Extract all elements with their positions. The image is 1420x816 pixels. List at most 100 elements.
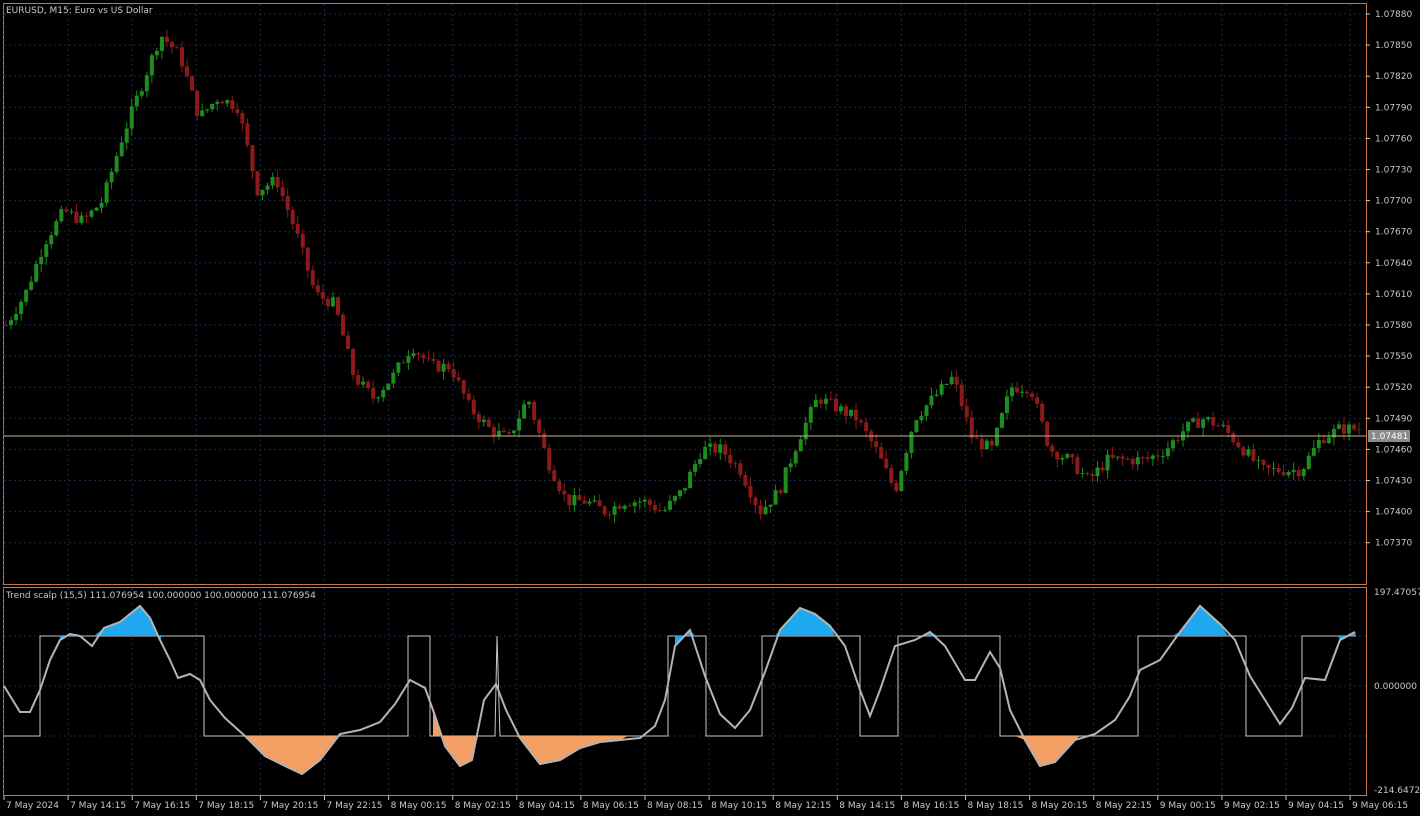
candle-body	[979, 438, 984, 450]
price-tick-label: 1.07880	[1375, 10, 1412, 20]
candle-body	[597, 500, 602, 507]
candle-body	[1231, 432, 1236, 443]
candle-body	[195, 90, 200, 116]
candle-body	[1241, 447, 1246, 456]
candle-body	[1020, 391, 1025, 393]
candle-body	[989, 440, 994, 446]
candle-body	[522, 404, 527, 419]
candle-body	[29, 281, 34, 290]
candle-body	[159, 36, 164, 51]
candle-body	[542, 433, 547, 449]
candle-body	[984, 440, 989, 450]
candle-body	[899, 470, 904, 491]
candle-body	[778, 490, 783, 494]
candle-body	[949, 376, 954, 385]
candle-body	[325, 298, 330, 307]
candle-body	[1341, 424, 1346, 434]
price-tick-label: 1.07400	[1375, 508, 1412, 518]
candle-body	[627, 505, 632, 507]
candle-body	[904, 452, 909, 471]
candle-body	[889, 468, 894, 483]
candle-body	[582, 500, 587, 504]
candle-body	[1271, 467, 1276, 469]
candle-body	[929, 395, 934, 406]
candle-body	[154, 50, 159, 56]
candle-body	[1236, 442, 1241, 448]
candle-body	[552, 470, 557, 482]
candle-body	[793, 451, 798, 464]
candle-body	[909, 431, 914, 453]
candle-body	[1316, 439, 1321, 448]
candle-body	[134, 95, 139, 107]
candle-body	[265, 185, 270, 190]
candle-body	[999, 413, 1004, 428]
candle-body	[280, 187, 285, 197]
price-tick-label: 1.07670	[1375, 228, 1412, 238]
candle-body	[1206, 417, 1211, 420]
candle-body	[149, 55, 154, 76]
candle-body	[753, 497, 758, 506]
candle-body	[632, 502, 637, 507]
candle-body	[617, 506, 622, 509]
candle-body	[924, 405, 929, 416]
candle-body	[828, 398, 833, 400]
chart-canvas[interactable]: EURUSD, M15: Euro vs US Dollar Trend sca…	[0, 0, 1420, 816]
candle-body	[823, 398, 828, 404]
candle-body	[416, 353, 421, 355]
candle-body	[1281, 471, 1286, 476]
candle-body	[1055, 451, 1060, 460]
candle-body	[124, 128, 129, 143]
candle-body	[356, 374, 361, 385]
candle-body	[270, 176, 275, 186]
candle-body	[1015, 387, 1020, 393]
indicator-axis: 197.470570 0.000000 -214.647248	[1374, 588, 1420, 796]
candle-body	[461, 380, 466, 394]
candle-body	[1025, 391, 1030, 394]
candle-body	[466, 393, 471, 400]
candle-body	[547, 448, 552, 471]
candle-body	[200, 110, 205, 116]
candle-body	[1090, 474, 1095, 477]
candle-body	[164, 36, 169, 43]
candle-body	[79, 215, 84, 223]
candle-body	[1050, 445, 1055, 452]
candle-body	[532, 401, 537, 421]
candle-body	[1201, 419, 1206, 428]
candle-body	[622, 505, 627, 509]
candle-body	[1140, 457, 1145, 459]
candle-body	[491, 426, 496, 436]
candle-body	[1155, 455, 1160, 457]
indicator-fill	[433, 710, 478, 766]
candle-body	[1045, 421, 1050, 446]
indicator-tick-label: -214.647248	[1374, 786, 1420, 796]
candle-body	[1035, 397, 1040, 404]
candle-body	[954, 376, 959, 385]
time-tick-label: 8 May 06:15	[583, 801, 639, 811]
candle-body	[1135, 457, 1140, 465]
time-tick-label: 8 May 02:15	[455, 801, 511, 811]
candle-body	[1286, 471, 1291, 476]
candle-body	[190, 76, 195, 91]
candle-body	[1357, 429, 1362, 431]
candle-body	[1040, 403, 1045, 422]
candle-body	[330, 297, 335, 307]
candle-body	[657, 510, 662, 512]
oscillator-line	[3, 604, 1356, 776]
candle-body	[486, 419, 491, 427]
candle-body	[109, 171, 114, 183]
indicator-tick-label: 197.470570	[1374, 588, 1420, 598]
candle-body	[1216, 425, 1221, 427]
candle-body	[114, 156, 119, 172]
price-tick-label: 1.07790	[1375, 103, 1412, 113]
candle-body	[501, 430, 506, 433]
candle-body	[346, 335, 351, 349]
candle-body	[310, 270, 315, 286]
candle-body	[4, 325, 8, 326]
candle-body	[185, 66, 190, 77]
candle-body	[758, 505, 763, 515]
candle-body	[678, 490, 683, 497]
candle-body	[180, 47, 185, 67]
candle-body	[456, 377, 461, 381]
candle-body	[969, 417, 974, 439]
price-tick-label: 1.07760	[1375, 134, 1412, 144]
